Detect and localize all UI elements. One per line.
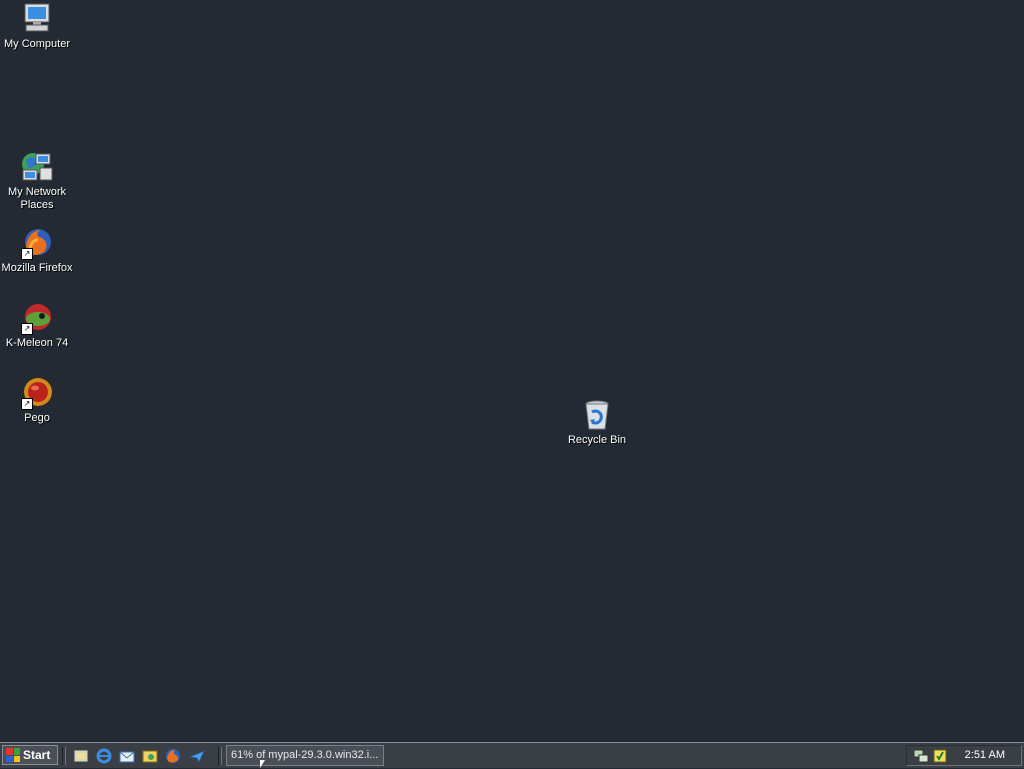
taskbar: Start 61% of mypal-29.3.0.win32.i... 2:5…	[0, 742, 1024, 768]
taskbar-separator	[62, 747, 66, 765]
shortcut-arrow-icon: ↗	[21, 398, 33, 410]
pego-icon: ↗	[20, 376, 54, 410]
desktop-icon-my-network-places[interactable]: My Network Places	[0, 150, 74, 212]
desktop-icon-label: K-Meleon 74	[5, 337, 69, 349]
desktop-icon-label: Recycle Bin	[567, 434, 627, 446]
security-tray-icon[interactable]	[932, 748, 948, 764]
taskbar-separator	[218, 747, 222, 765]
desktop-icon-my-computer[interactable]: My Computer	[0, 2, 74, 51]
desktop-icon-mozilla-firefox[interactable]: ↗ Mozilla Firefox	[0, 226, 74, 275]
taskbar-clock[interactable]: 2:51 AM	[965, 746, 1005, 765]
desktop-icon-label: My Computer	[3, 38, 71, 50]
network-places-icon	[20, 150, 54, 184]
desktop-icon-recycle-bin[interactable]: Recycle Bin	[560, 398, 634, 447]
firefox-icon: ↗	[20, 226, 54, 260]
outlook-express-icon[interactable]	[119, 748, 135, 764]
firefox-icon[interactable]	[165, 748, 181, 764]
explorer-icon[interactable]	[142, 748, 158, 764]
show-desktop-icon[interactable]	[73, 748, 89, 764]
windows-flag-icon	[6, 748, 20, 762]
network-tray-icon[interactable]	[913, 748, 929, 764]
taskbar-task-download[interactable]: 61% of mypal-29.3.0.win32.i...	[226, 745, 384, 766]
shortcut-arrow-icon: ↗	[21, 248, 33, 260]
send-icon[interactable]	[188, 748, 205, 764]
shortcut-arrow-icon: ↗	[21, 323, 33, 335]
desktop-icon-label: Pego	[24, 412, 50, 424]
desktop-icon-pego[interactable]: ↗ Pego	[0, 376, 74, 425]
computer-icon	[20, 2, 54, 36]
desktop-icon-label: Mozilla Firefox	[1, 262, 73, 274]
desktop: My Computer My Network Places ↗ Mozilla …	[0, 0, 1024, 742]
desktop-icon-label: My Network Places	[7, 186, 67, 211]
desktop-icon-k-meleon[interactable]: ↗ K-Meleon 74	[0, 301, 74, 350]
system-tray: 2:51 AM	[906, 745, 1022, 766]
recycle-bin-icon	[580, 398, 614, 432]
mouse-cursor-icon	[260, 760, 265, 768]
start-label: Start	[23, 748, 51, 762]
internet-explorer-icon[interactable]	[96, 748, 112, 764]
k-meleon-icon: ↗	[20, 301, 54, 335]
start-button[interactable]: Start	[2, 745, 58, 765]
